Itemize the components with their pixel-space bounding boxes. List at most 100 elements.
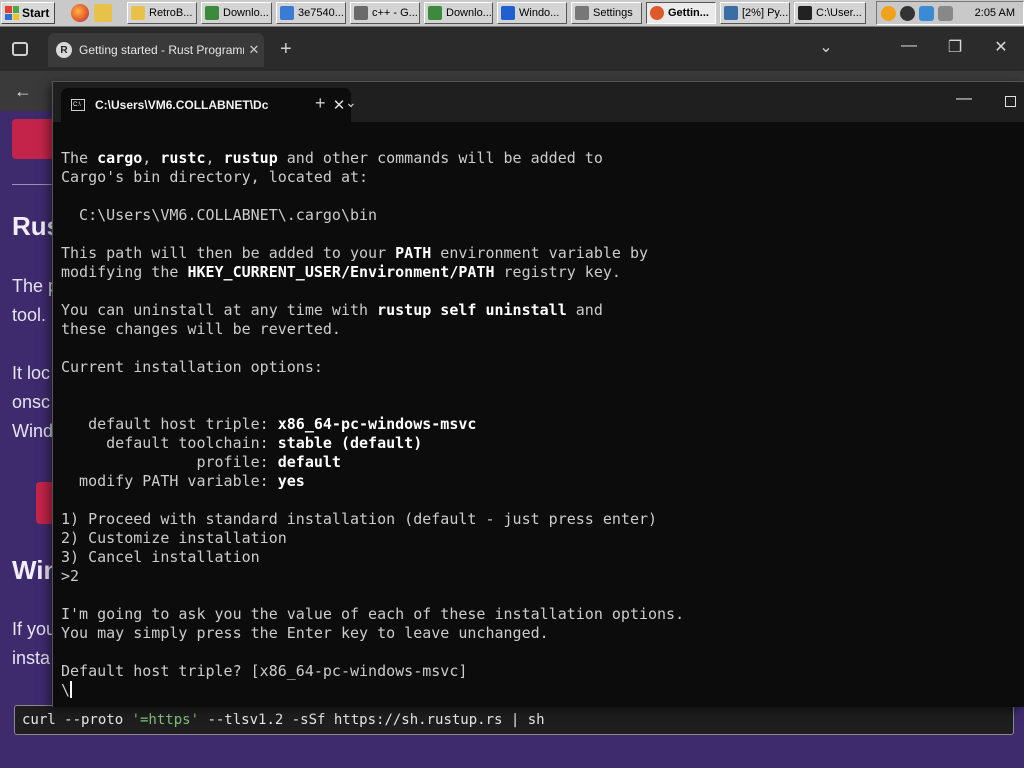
terminal-line: Default host triple? [x86_64-pc-windows-…	[61, 662, 468, 680]
divider	[12, 184, 52, 185]
terminal-line: modifying the HKEY_CURRENT_USER/Environm…	[61, 263, 621, 281]
taskbar-button[interactable]: Gettin...	[646, 2, 716, 24]
taskbar-button-label: Settings	[593, 7, 633, 19]
back-arrow-icon[interactable]: ←	[14, 81, 32, 102]
terminal-line: Current installation options:	[61, 358, 323, 376]
command-quoted-text: '=https'	[131, 712, 200, 728]
taskbar-button[interactable]: [2%] Py...	[720, 2, 790, 24]
taskbar-button[interactable]: Downlo...	[424, 2, 493, 24]
windows-logo-icon	[5, 6, 19, 20]
terminal-line: default host triple: x86_64-pc-windows-m…	[61, 415, 477, 433]
terminal-line: C:\Users\VM6.COLLABNET\.cargo\bin	[61, 206, 378, 224]
cmd-prompt-icon: C:\	[71, 99, 85, 111]
taskbar-button-label: [2%] Py...	[742, 7, 789, 19]
minimize-icon[interactable]: —	[897, 37, 921, 55]
command-text: --tlsv1.2 -sSf https://sh.rustup.rs | sh	[199, 712, 545, 728]
network-off-icon[interactable]	[900, 5, 915, 21]
tab-list-chevron-icon[interactable]: ⌄	[814, 37, 838, 57]
taskbar-button[interactable]: Downlo...	[201, 2, 272, 24]
terminal-title-bar: C:\ C:\Users\VM6.COLLABNET\Dc ✕ + ⌄ —	[53, 82, 1024, 122]
dropdown-chevron-icon[interactable]: ⌄	[345, 94, 357, 111]
download-icon	[205, 6, 219, 20]
browser-tab-title: Getting started - Rust Programming Langu…	[79, 43, 244, 57]
python-icon	[724, 6, 738, 20]
rust-favicon-icon: R	[56, 42, 72, 58]
taskbar-button[interactable]: 3e7540...	[276, 2, 346, 24]
close-tab-icon[interactable]: ✕	[244, 42, 264, 58]
start-label: Start	[22, 6, 50, 20]
explorer-quicklaunch-icon[interactable]	[94, 4, 112, 22]
gear-icon	[575, 6, 589, 20]
taskbar-button[interactable]: RetroB...	[127, 2, 197, 24]
terminal-line: >2	[61, 567, 80, 585]
paragraph-text: Wind	[12, 421, 54, 441]
volume-muted-icon[interactable]	[938, 5, 953, 21]
taskbar-button-label: C:\User...	[816, 7, 862, 19]
minimize-icon[interactable]: —	[956, 90, 972, 108]
terminal-line: The cargo, rustc, rustup and other comma…	[61, 149, 603, 167]
tab-tray-icon[interactable]	[12, 42, 28, 56]
taskbar-button-label: Downlo...	[223, 7, 269, 19]
paragraph-text: onsc	[12, 392, 51, 412]
terminal-window[interactable]: C:\ C:\Users\VM6.COLLABNET\Dc ✕ + ⌄ — Th…	[52, 81, 1024, 707]
terminal-line: 2) Customize installation	[61, 529, 287, 547]
start-button[interactable]: Start	[1, 2, 55, 24]
browser-tab-getting-started[interactable]: R Getting started - Rust Programming Lan…	[48, 33, 264, 67]
terminal-tab-title: C:\Users\VM6.COLLABNET\Dc	[95, 98, 269, 112]
taskbar-button-label: Gettin...	[668, 7, 709, 19]
shield-tray-icon[interactable]	[919, 5, 934, 21]
taskbar-button[interactable]: c++ - G...	[350, 2, 420, 24]
taskbar-button-label: Windo...	[519, 7, 560, 19]
maximize-icon[interactable]	[1005, 96, 1016, 107]
taskbar-button[interactable]: Settings	[571, 2, 642, 24]
terminal-line: 3) Cancel installation	[61, 548, 260, 566]
firefox-quicklaunch-icon[interactable]	[71, 4, 89, 22]
close-window-icon[interactable]: ✕	[989, 37, 1013, 57]
taskbar: Start RetroB... Downlo... 3e7540... c++ - G…	[0, 0, 1024, 27]
terminal-line: these changes will be reverted.	[61, 320, 341, 338]
terminal-input-line[interactable]: \	[61, 681, 1011, 700]
terminal-line: 1) Proceed with standard installation (d…	[61, 510, 658, 528]
paragraph-text: If you	[12, 619, 57, 639]
firefox-icon	[650, 6, 664, 20]
taskbar-button[interactable]: Windo...	[497, 2, 567, 24]
taskbar-button-label: Downlo...	[446, 7, 492, 19]
new-tab-icon[interactable]: +	[315, 94, 326, 112]
terminal-icon	[798, 6, 812, 20]
terminal-output[interactable]: The cargo, rustc, rustup and other comma…	[61, 149, 1011, 700]
terminal-input-text: \	[61, 681, 71, 699]
terminal-tab[interactable]: C:\ C:\Users\VM6.COLLABNET\Dc ✕	[61, 88, 351, 122]
paragraph-text: insta	[12, 648, 51, 668]
shield-icon	[501, 6, 515, 20]
restore-icon[interactable]: ❐	[943, 37, 967, 57]
image-icon	[280, 6, 294, 20]
browser-icon	[354, 6, 368, 20]
download-icon	[428, 6, 442, 20]
folder-icon	[131, 6, 145, 20]
taskbar-button-label: 3e7540...	[298, 7, 344, 19]
clock[interactable]: 2:05 AM	[975, 7, 1015, 19]
taskbar-button[interactable]: C:\User...	[794, 2, 866, 24]
new-tab-icon[interactable]: +	[280, 39, 292, 59]
taskbar-button-label: RetroB...	[149, 7, 193, 19]
system-tray: 2:05 AM	[876, 1, 1024, 25]
terminal-line: You can uninstall at any time with rustu…	[61, 301, 603, 319]
terminal-line: modify PATH variable: yes	[61, 472, 305, 490]
paragraph-text: It loc	[12, 363, 51, 383]
terminal-line: Cargo's bin directory, located at:	[61, 168, 369, 186]
text-cursor	[70, 681, 79, 698]
terminal-line: I'm going to ask you the value of each o…	[61, 605, 685, 623]
terminal-line: You may simply press the Enter key to le…	[61, 624, 549, 642]
search-tray-icon[interactable]	[881, 5, 896, 21]
terminal-line: This path will then be added to your PAT…	[61, 244, 649, 262]
install-command-code-block[interactable]: curl --proto '=https' --tlsv1.2 -sSf htt…	[14, 705, 1014, 735]
taskbar-button-label: c++ - G...	[372, 7, 418, 19]
